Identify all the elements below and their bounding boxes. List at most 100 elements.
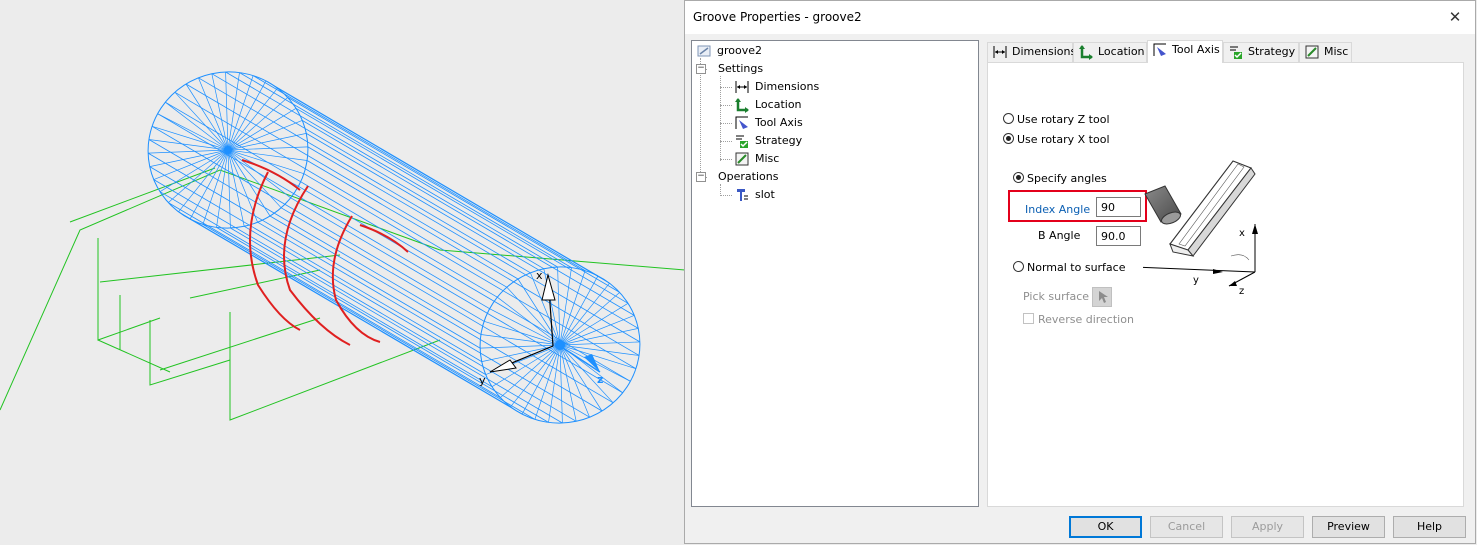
cylinder-generator-line xyxy=(287,97,620,293)
end-face-spoke xyxy=(198,77,229,151)
end-face-spoke xyxy=(489,308,561,346)
index-angle-input[interactable] xyxy=(1096,197,1141,217)
tree-item-operations[interactable]: Operations xyxy=(718,169,778,185)
expand-collapse-icon[interactable]: − xyxy=(696,64,706,74)
cylinder-generator-line xyxy=(178,211,511,408)
end-face-spoke xyxy=(227,149,245,227)
end-face-spoke xyxy=(521,344,561,415)
cylinder-generator-line xyxy=(307,146,641,343)
tab-label: Misc xyxy=(1324,45,1349,58)
tab-strategy[interactable]: Strategy xyxy=(1223,42,1299,62)
cylinder-generator-line xyxy=(243,225,577,422)
tab-label: Strategy xyxy=(1248,45,1296,58)
stock-outline xyxy=(97,339,171,373)
tree-item-misc[interactable]: Misc xyxy=(734,151,779,167)
cylinder-generator-line xyxy=(290,197,623,394)
diagram-x-label: x xyxy=(1239,228,1245,239)
end-face-spoke xyxy=(151,125,229,151)
wireframe-canvas[interactable]: x y z xyxy=(0,0,685,545)
tree-item-strategy[interactable]: Strategy xyxy=(734,133,802,149)
checkbox-box xyxy=(1023,313,1034,324)
radio-indicator xyxy=(1003,133,1014,144)
radio-label: Normal to surface xyxy=(1027,261,1126,274)
tree-operations-label: Operations xyxy=(718,170,779,183)
tab-location[interactable]: Location xyxy=(1073,42,1147,62)
apply-button[interactable]: Apply xyxy=(1231,516,1304,538)
tree-item-settings[interactable]: Settings xyxy=(718,61,763,77)
specify-angles-radio[interactable]: Specify angles xyxy=(1013,172,1107,185)
cad-viewport[interactable]: x y z xyxy=(0,0,685,545)
radio-label: Use rotary X tool xyxy=(1017,133,1110,146)
cylinder-center xyxy=(224,146,232,154)
dialog-titlebar: Groove Properties - groove2 ✕ xyxy=(685,1,1475,34)
ok-button[interactable]: OK xyxy=(1069,516,1142,538)
tree-label-location: Location xyxy=(755,98,802,111)
radio-label: Specify angles xyxy=(1027,172,1107,185)
cylinder-generator-line xyxy=(165,101,498,298)
misc-icon xyxy=(1305,45,1319,59)
tree-label-tool-axis: Tool Axis xyxy=(755,116,803,129)
tree-label-strategy: Strategy xyxy=(755,134,803,147)
cancel-button[interactable]: Cancel xyxy=(1150,516,1223,538)
index-angle-label: Index Angle xyxy=(1025,203,1091,216)
cylinder-generator-line xyxy=(306,133,639,329)
tab-tool-axis[interactable]: Tool Axis xyxy=(1147,40,1223,63)
close-icon[interactable]: ✕ xyxy=(1445,7,1465,27)
tab-label: Location xyxy=(1098,45,1145,58)
normal-to-surface-radio[interactable]: Normal to surface xyxy=(1013,261,1126,274)
end-face-spoke xyxy=(189,149,229,220)
cylinder-generator-line xyxy=(216,227,549,423)
tab-label: Tool Axis xyxy=(1172,43,1220,56)
slot-operation-icon xyxy=(737,189,748,201)
end-face-spoke xyxy=(157,113,229,151)
tree-item-slot[interactable]: slot xyxy=(734,187,775,203)
tree-root-label: groove2 xyxy=(717,44,762,57)
tab-misc[interactable]: Misc xyxy=(1299,42,1352,62)
tree-item-location[interactable]: Location xyxy=(734,97,802,113)
cylinder-generator-line xyxy=(230,227,563,424)
cylinder-generator-line xyxy=(148,139,482,335)
pick-surface-button[interactable] xyxy=(1092,287,1112,307)
cylinder-generator-line xyxy=(225,71,558,268)
triad-x-label: x xyxy=(536,269,543,282)
tab-label: Dimensions xyxy=(1012,45,1077,58)
cursor-pick-icon xyxy=(1099,291,1108,303)
cylinder-generator-line xyxy=(239,72,572,268)
strategy-icon xyxy=(1230,46,1242,59)
preview-button[interactable]: Preview xyxy=(1312,516,1385,538)
tree-item-tool-axis[interactable]: Tool Axis xyxy=(734,115,803,131)
end-face-spoke xyxy=(557,266,561,346)
reverse-direction-checkbox[interactable]: Reverse direction xyxy=(1023,313,1134,326)
stock-outline xyxy=(159,317,321,371)
strategy-icon xyxy=(736,135,748,148)
end-face-spoke xyxy=(559,303,629,346)
use-rotary-x-radio[interactable]: Use rotary X tool xyxy=(1003,133,1110,146)
radio-label: Use rotary Z tool xyxy=(1017,113,1110,126)
end-face-spoke xyxy=(227,80,267,151)
triad-arrow xyxy=(489,359,517,373)
tree-item-groove2[interactable]: groove2 xyxy=(696,43,762,59)
cylinder-generator-line xyxy=(211,73,545,270)
tree-settings-label: Settings xyxy=(718,62,764,75)
tool-axis-icon xyxy=(1153,43,1166,56)
stock-outline xyxy=(99,254,341,283)
radio-indicator xyxy=(1003,113,1014,124)
expand-collapse-icon[interactable]: − xyxy=(696,172,706,182)
end-face-spoke xyxy=(559,275,599,346)
tree-item-dimensions[interactable]: Dimensions xyxy=(734,79,819,95)
properties-tree[interactable]: groove2 − Settings Dimensions Location T… xyxy=(691,40,979,507)
cylinder-generator-line xyxy=(306,160,640,356)
location-icon xyxy=(735,98,749,113)
radio-indicator xyxy=(1013,261,1024,272)
end-face-spoke xyxy=(559,344,577,422)
use-rotary-z-radio[interactable]: Use rotary Z tool xyxy=(1003,113,1110,126)
help-button[interactable]: Help xyxy=(1393,516,1466,538)
end-face-spoke xyxy=(559,267,572,346)
cylinder-generator-line xyxy=(189,218,523,415)
tool-orientation-diagram: x y z xyxy=(1143,160,1258,296)
groove-properties-dialog: Groove Properties - groove2 ✕ groove2 − … xyxy=(684,0,1476,544)
tab-dimensions[interactable]: Dimensions xyxy=(987,42,1077,62)
checkbox-label: Reverse direction xyxy=(1038,313,1134,326)
cylinder-generator-line xyxy=(168,202,501,398)
b-angle-input[interactable] xyxy=(1096,226,1141,246)
